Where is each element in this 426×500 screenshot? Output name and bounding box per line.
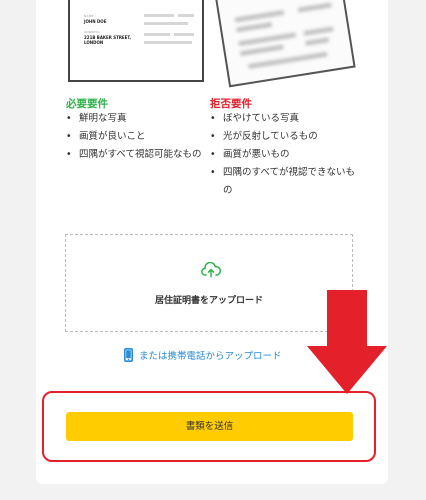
list-item: 鮮明な写真 [66, 110, 216, 128]
submit-documents-button[interactable]: 書類を送信 [66, 412, 353, 441]
blurred-text [239, 44, 284, 57]
phone-upload-link[interactable]: または携帯電話からアップロード [124, 348, 282, 362]
sample-text-bar [178, 14, 194, 17]
accepted-requirements-list: 鮮明な写真 画質が良いこと 四隅がすべて視認可能なもの [66, 110, 216, 164]
list-item: 画質が良いこと [66, 128, 216, 146]
sample-text-bar [144, 14, 174, 17]
sample-text-bar [144, 22, 188, 25]
rejected-requirements-title: 拒否要件 [210, 98, 252, 110]
blurred-document [212, 0, 356, 88]
list-item: 四隅のすべてが視認できないもの [210, 164, 360, 200]
phone-upload-label: または携帯電話からアップロード [139, 351, 282, 362]
accepted-sample-document: NAME JOHN DOE ADDRESS 221B BAKER STREET,… [68, 0, 204, 82]
list-item: 四隅がすべて視認可能なもの [66, 146, 216, 164]
cloud-upload-icon [201, 262, 221, 278]
sample-address-value: 221B BAKER STREET, LONDON [84, 35, 132, 45]
blurred-text [234, 9, 285, 23]
list-item: ぼやけている写真 [210, 110, 360, 128]
blurred-text [297, 2, 332, 13]
accepted-requirements-title: 必要要件 [66, 98, 108, 110]
sample-text-bar [174, 33, 194, 36]
sample-name-label: NAME [84, 14, 94, 18]
blurred-text [303, 26, 334, 36]
blurred-text [304, 37, 330, 46]
blurred-text [238, 32, 297, 47]
sample-name-value: JOHN DOE [84, 19, 107, 24]
sample-text-bar [144, 41, 192, 44]
rejected-requirements-list: ぼやけている写真 光が反射しているもの 画質が悪いもの 四隅のすべてが視認できな… [210, 110, 360, 200]
rejected-sample-document [212, 0, 358, 90]
list-item: 画質が悪いもの [210, 146, 360, 164]
blurred-text [247, 51, 328, 70]
list-item: 光が反射しているもの [210, 128, 360, 146]
red-arrow-down-icon [307, 290, 387, 394]
blurred-text [235, 21, 273, 33]
sample-text-bar [144, 33, 170, 36]
sample-address-label: ADDRESS [84, 30, 100, 34]
mobile-phone-icon [124, 348, 133, 362]
